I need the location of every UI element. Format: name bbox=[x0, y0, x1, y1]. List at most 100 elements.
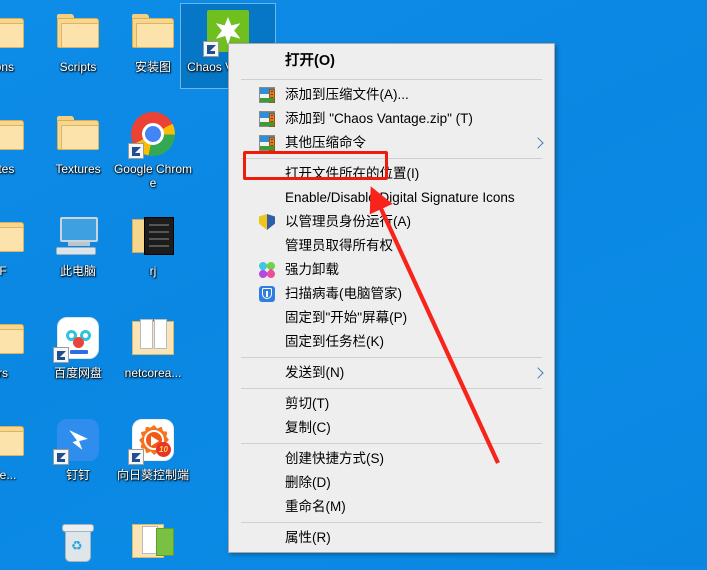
menu-separator bbox=[241, 79, 542, 80]
desktop-icon-label: me... bbox=[0, 468, 16, 482]
desktop-icon-label: ions bbox=[0, 60, 14, 74]
desktop-icon-open-folder[interactable] bbox=[110, 518, 196, 570]
menu-item-label: 固定到任务栏(K) bbox=[285, 330, 384, 354]
menu-item-label: 固定到"开始"屏幕(P) bbox=[285, 306, 407, 330]
icon-glyph bbox=[129, 314, 177, 362]
icon-glyph bbox=[54, 314, 102, 362]
desktop-icon-label: Scripts bbox=[60, 60, 97, 74]
menu-item-delete[interactable]: 删除(D) bbox=[229, 471, 554, 495]
recycle-bin-icon: ♻ bbox=[62, 522, 94, 562]
menu-item-label: 管理员取得所有权 bbox=[285, 234, 393, 258]
menu-item-rename[interactable]: 重命名(M) bbox=[229, 495, 554, 519]
icon-glyph bbox=[0, 110, 27, 158]
folder-icon bbox=[0, 218, 24, 252]
winrar-icon bbox=[259, 135, 275, 151]
uac-shield-icon bbox=[259, 214, 275, 230]
menu-item-send-to[interactable]: 发送到(N) bbox=[229, 361, 554, 385]
menu-item-run-as-administrator[interactable]: 以管理员身份运行(A) bbox=[229, 210, 554, 234]
icon-glyph bbox=[54, 416, 102, 464]
folder-icon bbox=[57, 116, 99, 150]
icon-glyph bbox=[0, 8, 27, 56]
desktop-icon-netcorea[interactable]: netcorea... bbox=[110, 314, 196, 380]
folder-icon bbox=[0, 320, 24, 354]
desktop-icon-this-pc[interactable]: 此电脑 bbox=[35, 212, 121, 278]
menu-item-add-to-zip[interactable]: 添加到 "Chaos Vantage.zip" (T) bbox=[229, 107, 554, 131]
version-badge: 10 bbox=[156, 442, 171, 457]
icon-glyph bbox=[0, 314, 27, 362]
menu-item-toggle-digital-signature-icons[interactable]: Enable/Disable Digital Signature Icons bbox=[229, 186, 554, 210]
desktop-icon-label: 钉钉 bbox=[66, 468, 90, 482]
desktop-icon-sunflower-remote[interactable]: 10 向日葵控制端 bbox=[110, 416, 196, 482]
menu-item-label: 打开(O) bbox=[285, 46, 335, 76]
menu-item-properties[interactable]: 属性(R) bbox=[229, 526, 554, 550]
menu-separator bbox=[241, 522, 542, 523]
icon-glyph bbox=[129, 8, 177, 56]
menu-item-other-archive-commands[interactable]: 其他压缩命令 bbox=[229, 131, 554, 155]
desktop-icon-label: F bbox=[0, 264, 7, 278]
shortcut-arrow-icon bbox=[128, 143, 144, 159]
winrar-icon bbox=[259, 87, 275, 103]
desktop-icon-label: 安装图 bbox=[135, 60, 171, 74]
desktop-icon-rj[interactable]: rj bbox=[110, 212, 196, 278]
menu-separator bbox=[241, 443, 542, 444]
desktop-icon-textures[interactable]: Textures bbox=[35, 110, 121, 176]
menu-item-take-ownership[interactable]: 管理员取得所有权 bbox=[229, 234, 554, 258]
desktop-icon-label: 向日葵控制端 bbox=[117, 468, 189, 482]
desktop-icon-label: 此电脑 bbox=[60, 264, 96, 278]
folder-icon bbox=[57, 14, 99, 48]
desktop-icon-google-chrome[interactable]: Google Chrome bbox=[110, 110, 196, 190]
menu-item-label: 添加到压缩文件(A)... bbox=[285, 83, 409, 107]
icon-glyph bbox=[54, 212, 102, 260]
desktop-icon-dingtalk[interactable]: 钉钉 bbox=[35, 416, 121, 482]
chevron-right-icon bbox=[532, 137, 543, 148]
petals-icon bbox=[259, 262, 275, 278]
desktop-icon-recycle-bin[interactable]: ♻ bbox=[35, 518, 121, 570]
menu-item-scan-virus[interactable]: 扫描病毒(电脑管家) bbox=[229, 282, 554, 306]
menu-item-add-to-archive[interactable]: 添加到压缩文件(A)... bbox=[229, 83, 554, 107]
menu-item-create-shortcut[interactable]: 创建快捷方式(S) bbox=[229, 447, 554, 471]
folder-icon bbox=[0, 422, 24, 456]
menu-item-force-uninstall[interactable]: 强力卸载 bbox=[229, 258, 554, 282]
menu-item-label: Enable/Disable Digital Signature Icons bbox=[285, 186, 515, 210]
menu-separator bbox=[241, 158, 542, 159]
menu-separator bbox=[241, 388, 542, 389]
icon-glyph: ♻ bbox=[54, 518, 102, 566]
desktop-icon-label: Google Chrome bbox=[111, 162, 195, 190]
desktop-icon-scripts[interactable]: Scripts bbox=[35, 8, 121, 74]
icon-glyph bbox=[0, 212, 27, 260]
context-menu[interactable]: 打开(O) 添加到压缩文件(A)...添加到 "Chaos Vantage.zip… bbox=[228, 43, 555, 553]
menu-item-label: 扫描病毒(电脑管家) bbox=[285, 282, 402, 306]
desktop-icon-label: ates bbox=[0, 162, 14, 176]
desktop-icon-label: 百度网盘 bbox=[54, 366, 102, 380]
menu-item-label: 添加到 "Chaos Vantage.zip" (T) bbox=[285, 107, 473, 131]
menu-item-copy[interactable]: 复制(C) bbox=[229, 416, 554, 440]
menu-item-label: 以管理员身份运行(A) bbox=[285, 210, 411, 234]
shortcut-arrow-icon bbox=[203, 41, 219, 57]
menu-item-open[interactable]: 打开(O) bbox=[229, 46, 554, 76]
icon-glyph bbox=[54, 8, 102, 56]
folder-icon bbox=[0, 116, 24, 150]
menu-item-label: 属性(R) bbox=[285, 526, 331, 550]
menu-item-open-file-location[interactable]: 打开文件所在的位置(I) bbox=[229, 162, 554, 186]
menu-item-label: 强力卸载 bbox=[285, 258, 339, 282]
menu-item-label: 创建快捷方式(S) bbox=[285, 447, 384, 471]
desktop-icon-label: netcorea... bbox=[125, 366, 182, 380]
guard-shield-icon bbox=[259, 286, 275, 302]
menu-item-label: 删除(D) bbox=[285, 471, 331, 495]
icon-glyph bbox=[129, 518, 177, 566]
menu-item-pin-to-start[interactable]: 固定到"开始"屏幕(P) bbox=[229, 306, 554, 330]
folder-icon bbox=[132, 14, 174, 48]
shortcut-arrow-icon bbox=[53, 449, 69, 465]
menu-separator bbox=[241, 357, 542, 358]
icon-glyph bbox=[0, 416, 27, 464]
menu-item-label: 剪切(T) bbox=[285, 392, 329, 416]
menu-item-cut[interactable]: 剪切(T) bbox=[229, 392, 554, 416]
papers-folder-icon bbox=[132, 319, 174, 355]
dark-folder-icon bbox=[132, 217, 174, 253]
icon-glyph: 10 bbox=[129, 416, 177, 464]
menu-item-pin-to-taskbar[interactable]: 固定到任务栏(K) bbox=[229, 330, 554, 354]
menu-item-label: 发送到(N) bbox=[285, 361, 344, 385]
desktop-icon-baidu-netdisk[interactable]: 百度网盘 bbox=[35, 314, 121, 380]
icon-glyph bbox=[54, 110, 102, 158]
shortcut-arrow-icon bbox=[53, 347, 69, 363]
